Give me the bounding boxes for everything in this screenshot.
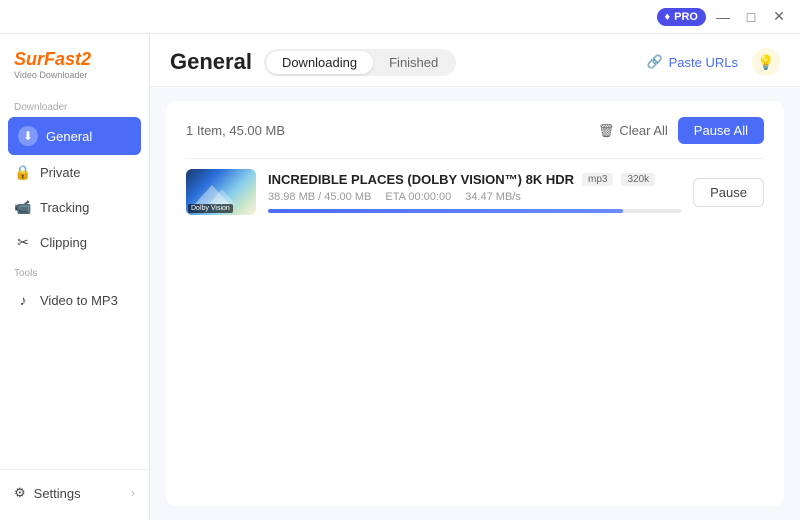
tools-section-label: Tools (0, 260, 149, 283)
paste-urls-button[interactable]: 🔗 Paste URLs (646, 54, 738, 70)
title-bar: ♦ PRO — □ ✕ (0, 0, 800, 34)
diamond-icon: ♦ (665, 11, 671, 23)
sidebar: SurFast2 Video Downloader Downloader ⬇ G… (0, 34, 150, 520)
sidebar-item-video-to-mp3[interactable]: ♪ Video to MP3 (0, 283, 149, 317)
item-info: INCREDIBLE PLACES (DOLBY VISION™) 8K HDR… (268, 172, 681, 213)
trash-icon: 🗑 (598, 123, 615, 139)
logo-subtitle: Video Downloader (14, 70, 135, 80)
sidebar-bottom: ⚙ Settings › (0, 469, 149, 510)
content-area: General Downloading Finished 🔗 Paste URL… (150, 34, 800, 520)
sidebar-item-clipping[interactable]: ✂ Clipping (0, 225, 149, 260)
link-icon: 🔗 (646, 54, 662, 70)
tag-quality: 320k (621, 173, 655, 186)
item-speed: 34.47 MB/s (465, 191, 521, 203)
sidebar-item-private[interactable]: 🔒 Private (0, 155, 149, 190)
clear-all-button[interactable]: 🗑 Clear All (598, 123, 668, 139)
minimize-button[interactable]: — (712, 6, 734, 28)
sidebar-item-clipping-label: Clipping (40, 235, 87, 250)
app-body: SurFast2 Video Downloader Downloader ⬇ G… (0, 34, 800, 520)
tag-format: mp3 (582, 173, 613, 186)
download-icon: ⬇ (18, 126, 38, 146)
chevron-right-icon: › (131, 486, 135, 500)
tab-finished[interactable]: Finished (373, 51, 454, 74)
lock-icon: 🔒 (14, 164, 32, 181)
item-title: INCREDIBLE PLACES (DOLBY VISION™) 8K HDR (268, 172, 574, 187)
item-meta: 38.98 MB / 45.00 MB ETA 00:00:00 34.47 M… (268, 191, 681, 203)
camera-icon: 📹 (14, 199, 32, 216)
logo-area: SurFast2 Video Downloader (0, 44, 149, 94)
summary-text: 1 Item, 45.00 MB (186, 123, 285, 138)
pro-badge[interactable]: ♦ PRO (657, 8, 706, 26)
download-item: Dolby Vision INCREDIBLE PLACES (DOLBY VI… (186, 158, 764, 225)
item-eta: ETA 00:00:00 (385, 191, 451, 203)
gear-icon: ⚙ (14, 485, 26, 501)
sidebar-item-video-to-mp3-label: Video to MP3 (40, 293, 118, 308)
downloader-section-label: Downloader (0, 94, 149, 117)
download-area: 1 Item, 45.00 MB 🗑 Clear All Pause All D… (166, 101, 784, 506)
sidebar-item-general[interactable]: ⬇ General (8, 117, 141, 155)
sidebar-item-general-label: General (46, 129, 92, 144)
sidebar-item-private-label: Private (40, 165, 80, 180)
tab-group: Downloading Finished (264, 49, 456, 76)
logo-number: 2 (81, 49, 91, 69)
settings-label: Settings (34, 486, 81, 501)
thumb-label: Dolby Vision (188, 204, 233, 213)
close-button[interactable]: ✕ (768, 6, 790, 28)
progress-bar-fill (268, 209, 623, 213)
progress-bar-bg (268, 209, 681, 213)
content-header: General Downloading Finished 🔗 Paste URL… (150, 34, 800, 87)
maximize-button[interactable]: □ (740, 6, 762, 28)
bulb-icon: 💡 (757, 54, 774, 71)
thumbnail: Dolby Vision (186, 169, 256, 215)
settings-item[interactable]: ⚙ Settings › (0, 476, 149, 510)
scissors-icon: ✂ (14, 234, 32, 251)
logo-title: SurFast2 (14, 50, 135, 68)
item-size: 38.98 MB / 45.00 MB (268, 191, 371, 203)
sidebar-item-tracking-label: Tracking (40, 200, 89, 215)
pause-all-button[interactable]: Pause All (678, 117, 764, 144)
page-title: General (170, 49, 252, 75)
bulb-button[interactable]: 💡 (752, 48, 780, 76)
music-icon: ♪ (14, 292, 32, 308)
tab-downloading[interactable]: Downloading (266, 51, 373, 74)
sidebar-item-tracking[interactable]: 📹 Tracking (0, 190, 149, 225)
download-summary: 1 Item, 45.00 MB 🗑 Clear All Pause All (186, 117, 764, 144)
pause-button[interactable]: Pause (693, 178, 764, 207)
